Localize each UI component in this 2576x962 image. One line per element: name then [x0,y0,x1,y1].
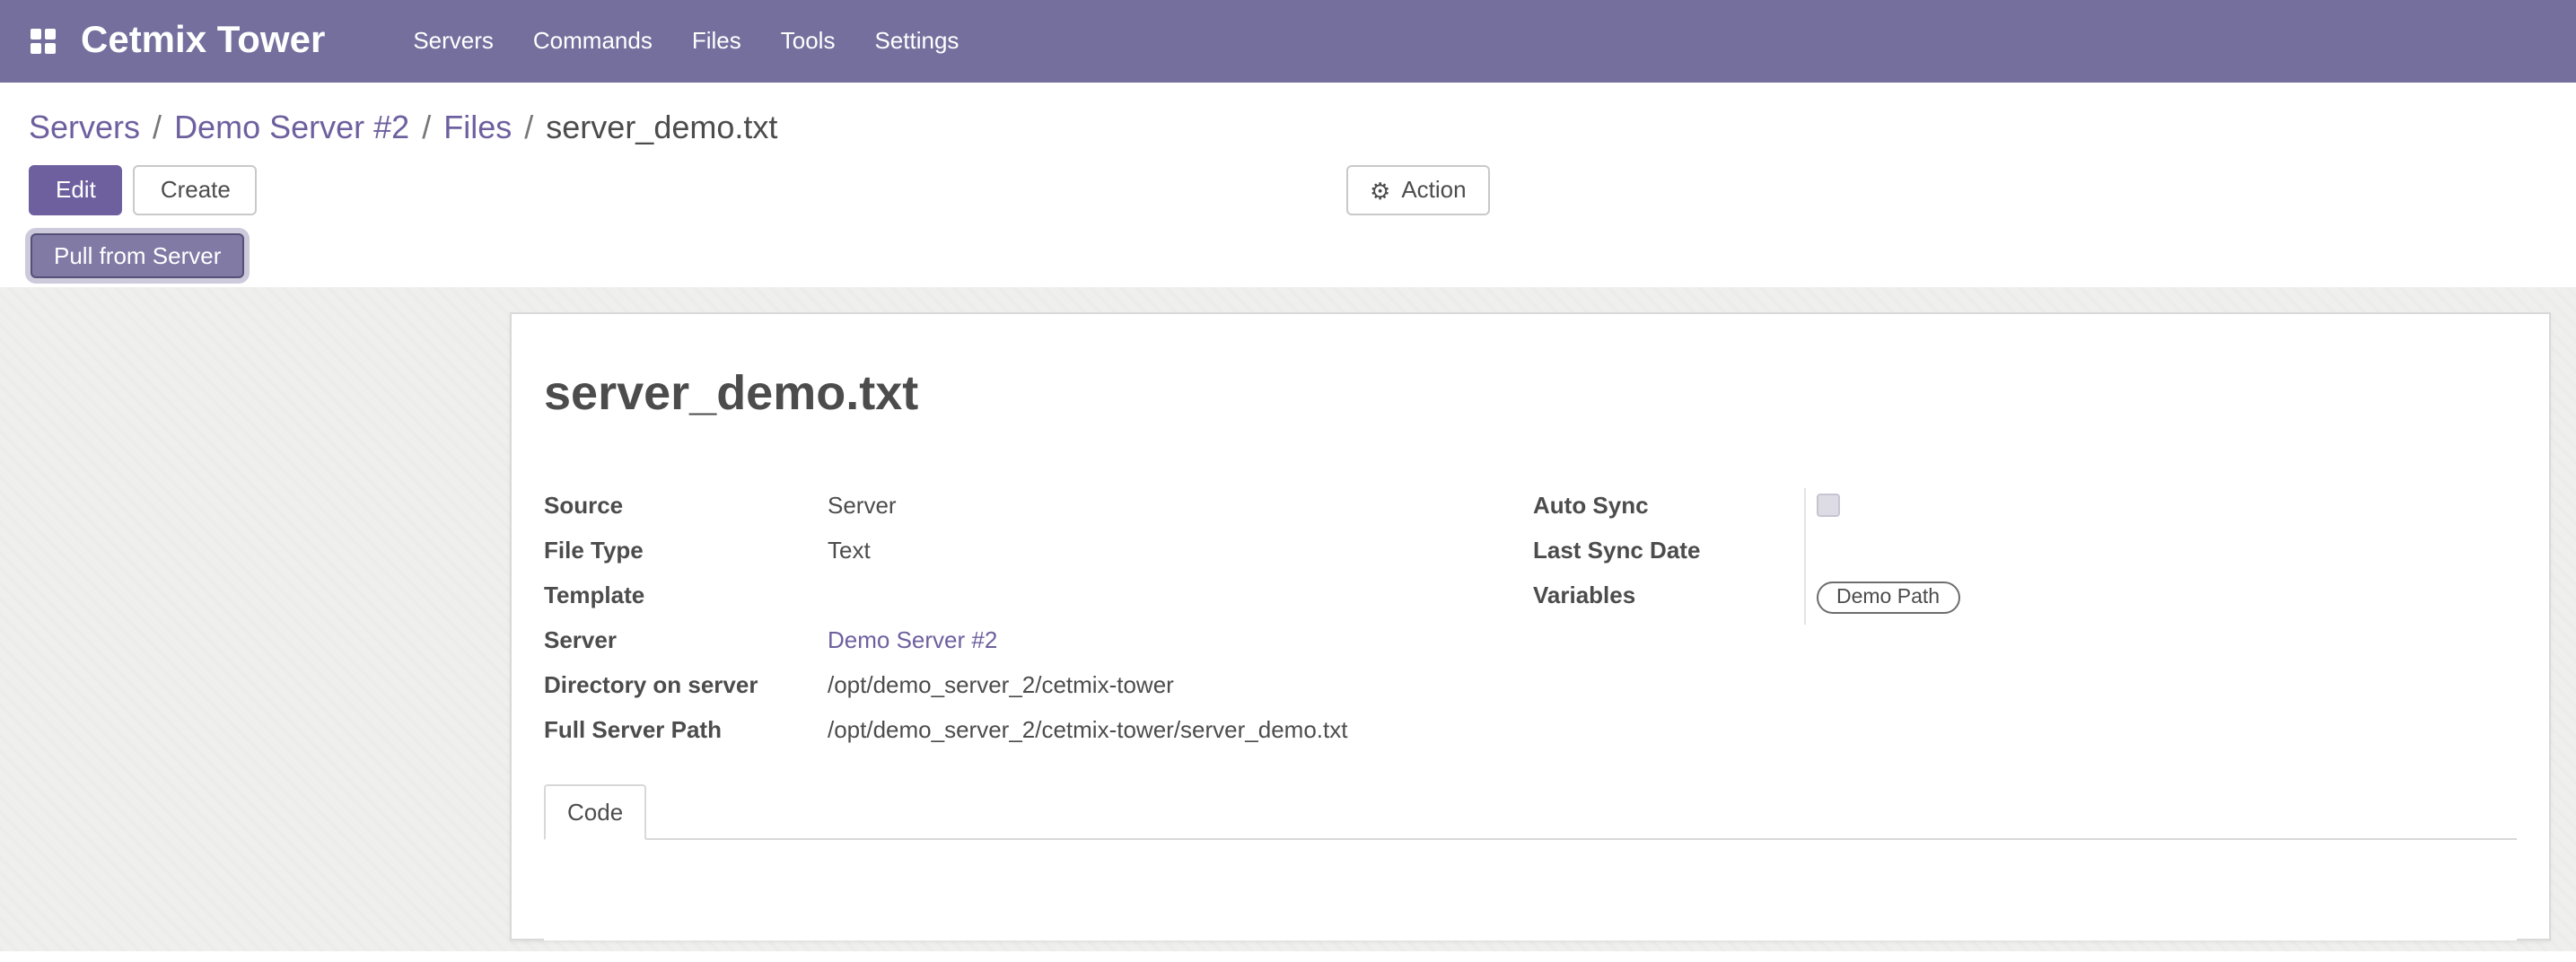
app-window: Cetmix Tower ServersCommandsFilesToolsSe… [0,0,2576,962]
action-button-label: Action [1401,167,1466,214]
field-label-auto-sync: Auto Sync [1533,488,1817,522]
form-sheet: server_demo.txt SourceServerFile TypeTex… [510,312,2551,940]
field-group-left: SourceServerFile TypeTextTemplateServerD… [544,488,1533,757]
field-label-file-type: File Type [544,533,828,567]
breadcrumb-server-demo-txt: server_demo.txt [546,109,777,145]
apps-menu-icon[interactable] [31,29,56,54]
field-row-auto-sync: Auto Sync [1533,488,2517,522]
field-label-template: Template [544,578,828,612]
field-value-source: Server [828,488,1533,522]
action-button[interactable]: ⚙ Action [1346,165,1490,215]
field-value-variables: Demo Path [1817,578,2517,614]
field-value-full-server-path: /opt/demo_server_2/cetmix-tower/server_d… [828,713,1533,747]
field-label-directory-on-server: Directory on server [544,668,828,702]
top-navbar: Cetmix Tower ServersCommandsFilesToolsSe… [0,0,2576,83]
breadcrumb-demo-server-2[interactable]: Demo Server #2 [174,109,409,145]
tab-code[interactable]: Code [544,784,646,840]
navbar-menu: ServersCommandsFilesToolsSettings [393,0,978,83]
app-brand[interactable]: Cetmix Tower [81,20,325,63]
nav-item-commands[interactable]: Commands [513,0,672,83]
field-label-full-server-path: Full Server Path [544,713,828,747]
field-row-server: ServerDemo Server #2 [544,623,1533,657]
field-row-full-server-path: Full Server Path/opt/demo_server_2/cetmi… [544,713,1533,747]
field-row-last-sync-date: Last Sync Date [1533,533,2517,567]
tag-demo-path: Demo Path [1817,582,1959,614]
field-label-variables: Variables [1533,578,1817,612]
field-row-directory-on-server: Directory on server/opt/demo_server_2/ce… [544,668,1533,702]
field-value-auto-sync [1817,488,2517,522]
field-group-right: Auto Sync Last Sync Date VariablesDemo Pat… [1533,488,2517,757]
pull-from-server-button[interactable]: Pull from Server [31,233,244,278]
field-label-last-sync-date: Last Sync Date [1533,533,1817,567]
create-button[interactable]: Create [134,165,258,215]
breadcrumb-servers[interactable]: Servers [29,109,140,145]
content-area: server_demo.txt SourceServerFile TypeTex… [0,287,2576,951]
nav-item-files[interactable]: Files [672,0,761,83]
field-label-source: Source [544,488,828,522]
field-row-source: SourceServer [544,488,1533,522]
tab-bar: Code [544,784,2517,840]
gear-icon: ⚙ [1370,179,1390,202]
field-value-server[interactable]: Demo Server #2 [828,623,1533,657]
field-value-last-sync-date [1817,533,2517,567]
breadcrumb: Servers/Demo Server #2/Files/server_demo… [29,108,2547,147]
field-row-template: Template [544,578,1533,612]
column-divider [1804,488,1806,625]
field-value-template [828,578,1533,612]
field-value-file-type: Text [828,533,1533,567]
field-row-file-type: File TypeText [544,533,1533,567]
field-label-server: Server [544,623,828,657]
breadcrumb-separator: / [140,109,174,145]
breadcrumb-separator: / [512,109,546,145]
notebook: Code [544,784,2517,940]
control-panel: Servers/Demo Server #2/Files/server_demo… [0,83,2576,287]
button-row: Edit Create ⚙ Action [29,165,2547,215]
pull-row: Pull from Server [29,233,2547,278]
field-groups: SourceServerFile TypeTextTemplateServerD… [544,488,2517,757]
field-row-variables: VariablesDemo Path [1533,578,2517,614]
breadcrumb-separator: / [409,109,443,145]
breadcrumb-files[interactable]: Files [443,109,512,145]
edit-button[interactable]: Edit [29,165,123,215]
nav-item-tools[interactable]: Tools [761,0,855,83]
field-value-directory-on-server: /opt/demo_server_2/cetmix-tower [828,668,1533,702]
tab-content-code [544,840,2517,940]
auto-sync-checkbox[interactable] [1817,494,1840,517]
nav-item-servers[interactable]: Servers [393,0,513,83]
record-title: server_demo.txt [544,364,2517,424]
nav-item-settings[interactable]: Settings [854,0,978,83]
